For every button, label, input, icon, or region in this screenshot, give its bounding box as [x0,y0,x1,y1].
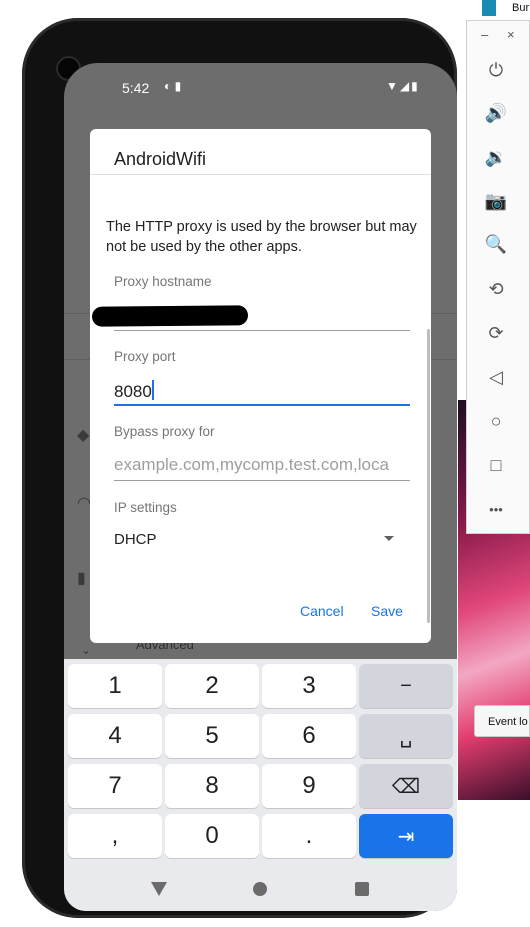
key-6[interactable]: 6 [262,714,356,758]
overview-icon[interactable]: □ [481,450,511,480]
key-period[interactable]: . [262,814,356,858]
system-nav-bar [64,869,457,911]
key-5[interactable]: 5 [165,714,259,758]
key-0[interactable]: 0 [165,814,259,858]
proxy-port-input[interactable]: 8080 [114,380,410,402]
redacted-hostname [91,305,249,327]
ip-settings-dropdown[interactable]: DHCP [114,531,410,548]
key-space[interactable]: ␣ [359,714,453,758]
ip-settings-label: IP settings [114,500,177,515]
volume-up-icon[interactable]: 🔊 [481,98,511,128]
phone-screen: 5:42 ◐ ▮ ▼◢▮ ◆ ◠ ▮ ⌄ Advanced AndroidWif… [64,63,457,911]
status-time: 5:42 [122,80,150,96]
next-field-icon[interactable]: ⇥ [359,814,453,858]
cancel-button[interactable]: Cancel [300,603,344,619]
status-notification-icons: ◐ ▮ [164,79,182,93]
phone-frame: 5:42 ◐ ▮ ▼◢▮ ◆ ◠ ▮ ⌄ Advanced AndroidWif… [22,18,457,918]
rotate-left-icon[interactable]: ⟲ [481,274,511,304]
proxy-dialog: AndroidWifi The HTTP proxy is used by th… [90,129,431,643]
key-8[interactable]: 8 [165,764,259,808]
proxy-port-label: Proxy port [114,349,176,364]
proxy-port-value: 8080 [114,382,152,401]
key-7[interactable]: 7 [68,764,162,808]
key-minus[interactable]: − [359,664,453,708]
app-icon [482,0,496,16]
key-comma[interactable]: , [68,814,162,858]
lock-icon: ▮ [77,570,86,587]
dialog-description: The HTTP proxy is used by the browser bu… [106,219,417,255]
dialog-title: AndroidWifi [114,149,207,169]
key-2[interactable]: 2 [165,664,259,708]
power-icon[interactable]: ⏻ [481,55,511,85]
more-icon[interactable]: ••• [481,494,511,524]
key-4[interactable]: 4 [68,714,162,758]
dialog-divider [90,174,431,175]
volume-down-icon[interactable]: 🔉 [481,142,511,172]
nav-back-icon[interactable] [151,882,167,896]
emulator-toolbar: – × ⏻ 🔊 🔉 📷 🔍 ⟲ ⟳ ◁ ○ □ ••• [466,20,530,534]
proxy-hostname-label: Proxy hostname [114,274,212,289]
emulator-title: Bur [512,2,530,14]
hostname-underline [114,330,410,331]
text-cursor [151,380,154,400]
emulator-titlebar: Bur [474,0,530,18]
save-button[interactable]: Save [371,603,403,619]
wifi-icon: ◆ [77,427,90,444]
rotate-right-icon[interactable]: ⟳ [481,318,511,348]
port-underline [114,404,410,406]
bypass-proxy-input[interactable]: example.com,mycomp.test.com,loca [114,455,410,475]
zoom-icon[interactable]: 🔍 [481,229,511,259]
dialog-scrollbar[interactable] [427,329,430,623]
nav-home-icon[interactable] [253,882,267,896]
signal-icon: ◠ [77,495,91,512]
nav-recents-icon[interactable] [355,882,369,896]
back-icon[interactable]: ◁ [481,362,511,392]
minimize-button[interactable]: – [481,27,488,42]
event-log-tab[interactable]: Event lo [474,705,530,737]
home-icon[interactable]: ○ [481,406,511,436]
key-1[interactable]: 1 [68,664,162,708]
signal-battery-icons: ▼◢▮ [386,79,420,93]
chevron-down-icon: ⌄ [81,643,92,657]
close-button[interactable]: × [507,27,515,42]
numeric-keyboard: 1 2 3 − 4 5 6 ␣ 7 8 9 ⌫ , 0 . ⇥ [64,659,457,869]
dropdown-arrow-icon[interactable] [384,536,394,541]
key-9[interactable]: 9 [262,764,356,808]
camera-icon[interactable]: 📷 [481,186,511,216]
key-3[interactable]: 3 [262,664,356,708]
bypass-proxy-label: Bypass proxy for [114,424,215,439]
bypass-underline [114,480,410,481]
backspace-icon[interactable]: ⌫ [359,764,453,808]
